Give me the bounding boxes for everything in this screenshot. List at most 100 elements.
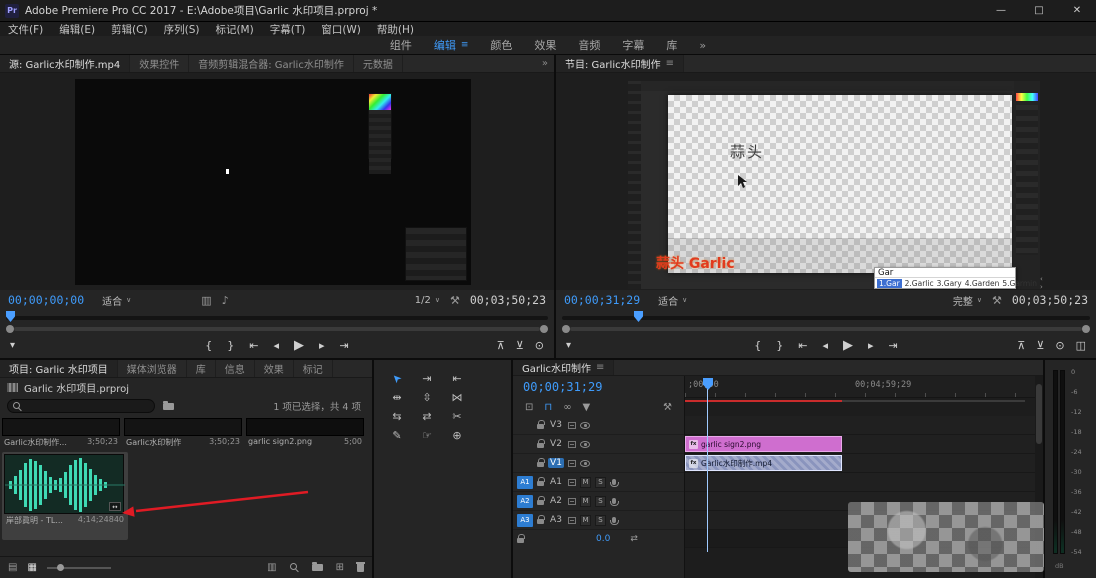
workspace-audio[interactable]: 音频 <box>578 37 600 53</box>
go-to-out-button[interactable]: ⇥ <box>340 339 349 352</box>
clear-button[interactable] <box>357 564 364 572</box>
compare-view-button[interactable]: ◫ <box>1076 339 1086 352</box>
mute-button[interactable]: M <box>580 496 591 507</box>
play-button[interactable]: ▶ <box>294 338 304 353</box>
menu-sequence[interactable]: 序列(S) <box>164 22 200 37</box>
timeline-ruler[interactable]: ;00;00 00;04;59;29 <box>685 376 1035 398</box>
go-to-in-button[interactable]: ⇤ <box>249 339 258 352</box>
snap-toggle-icon[interactable]: ⊓ <box>544 402 552 413</box>
nest-indicator-icon[interactable]: ⊡ <box>525 402 533 413</box>
menu-file[interactable]: 文件(F) <box>8 22 43 37</box>
track-label-a3[interactable]: A3 <box>548 515 564 525</box>
add-marker-button[interactable]: ▾ <box>10 340 15 351</box>
overwrite-button[interactable]: ⊻ <box>516 339 524 352</box>
source-timecode[interactable]: 00;00;00;00 <box>8 293 84 307</box>
timeline-settings-wrench-icon[interactable]: ⚒ <box>663 402 672 413</box>
tab-info[interactable]: 信息 <box>216 360 255 377</box>
drag-video-icon[interactable]: ▥ <box>201 294 211 307</box>
drag-audio-icon[interactable]: ♪ <box>222 294 229 307</box>
program-playhead[interactable] <box>634 311 643 322</box>
rolling-edit-tool[interactable]: ⇳ <box>416 389 438 406</box>
minimize-button[interactable]: — <box>982 0 1020 21</box>
sync-lock-icon[interactable] <box>568 517 576 524</box>
mark-in-button[interactable]: { <box>205 339 212 352</box>
search-input[interactable] <box>7 399 155 413</box>
project-file-name[interactable]: Garlic 水印项目.prproj <box>24 380 129 395</box>
rate-stretch-tool[interactable]: ⋈ <box>446 389 468 406</box>
step-forward-button[interactable]: ▸ <box>319 339 325 352</box>
source-resolution-dropdown[interactable]: 1/2∨ <box>415 295 440 306</box>
find-button[interactable] <box>290 563 299 572</box>
lane-v2[interactable]: fx garlic sign2.png <box>685 435 1035 454</box>
ime-candidate-2[interactable]: 2.Garlic <box>905 279 934 288</box>
master-gain-value[interactable]: 0.0 <box>596 534 610 544</box>
timeline-playhead-line[interactable] <box>707 389 708 552</box>
menu-window[interactable]: 窗口(W) <box>321 22 361 37</box>
sync-lock-icon[interactable] <box>568 460 576 467</box>
tab-effect-controls[interactable]: 效果控件 <box>130 55 189 72</box>
maximize-button[interactable]: □ <box>1020 0 1058 21</box>
lock-icon[interactable] <box>537 443 544 448</box>
mute-button[interactable]: M <box>580 515 591 526</box>
menu-marker[interactable]: 标记(M) <box>215 22 253 37</box>
razor-tool[interactable]: ✂ <box>446 408 468 425</box>
export-frame-button[interactable]: ⊙ <box>535 339 544 352</box>
ime-pager-icon[interactable]: ‹ › <box>1040 275 1043 290</box>
tab-sequence[interactable]: Garlic水印制作 ≡ <box>513 360 614 375</box>
program-step-forward-button[interactable]: ▸ <box>868 339 874 352</box>
tab-program[interactable]: 节目: Garlic水印制作 ≡ <box>556 55 684 72</box>
lock-icon[interactable] <box>537 519 544 524</box>
timeline-panel-menu-icon[interactable]: ≡ <box>596 362 604 373</box>
selection-tool[interactable]: ➤ <box>386 370 408 387</box>
lock-icon[interactable] <box>537 424 544 429</box>
lock-icon[interactable] <box>537 462 544 467</box>
program-fit-dropdown[interactable]: 适合∨ <box>658 293 687 308</box>
program-add-marker-button[interactable]: ▾ <box>566 340 571 351</box>
program-mark-out-button[interactable]: } <box>776 339 783 352</box>
project-item-1[interactable]: Garlic水印制作... 3;50;23 <box>2 418 120 449</box>
lift-button[interactable]: ⊼ <box>1017 339 1025 352</box>
voiceover-mic-icon[interactable] <box>612 498 616 504</box>
workspace-titles[interactable]: 字幕 <box>622 37 644 53</box>
tab-libraries[interactable]: 库 <box>187 360 216 377</box>
source-fit-dropdown[interactable]: 适合∨ <box>102 293 131 308</box>
tab-metadata[interactable]: 元数据 <box>354 55 403 72</box>
insert-button[interactable]: ⊼ <box>497 339 505 352</box>
program-export-frame-button[interactable]: ⊙ <box>1055 339 1064 352</box>
list-view-button[interactable]: ▤ <box>8 562 17 573</box>
pen-tool[interactable]: ✎ <box>386 427 408 444</box>
clip-garlic-sign2[interactable]: fx garlic sign2.png <box>685 436 842 452</box>
new-bin-button[interactable] <box>312 564 323 571</box>
track-label-v1[interactable]: V1 <box>548 458 564 468</box>
track-output-eye-icon[interactable] <box>580 441 590 448</box>
workspace-libraries[interactable]: 库 <box>666 37 677 53</box>
ime-candidate-3[interactable]: 3.Gary <box>937 279 962 288</box>
zoom-tool[interactable]: ⊕ <box>446 427 468 444</box>
menu-title[interactable]: 字幕(T) <box>270 22 306 37</box>
program-panel-menu-icon[interactable]: ≡ <box>666 58 674 69</box>
program-go-to-in-button[interactable]: ⇤ <box>798 339 807 352</box>
source-patch-a1[interactable]: A1 <box>517 476 533 489</box>
program-scrubber[interactable] <box>556 310 1096 324</box>
lane-v1[interactable]: fx Garlic水印制作.mp4 <box>685 454 1035 473</box>
program-go-to-out-button[interactable]: ⇥ <box>889 339 898 352</box>
menu-edit[interactable]: 编辑(E) <box>59 22 95 37</box>
ime-candidate-4[interactable]: 4.Garden <box>965 279 1000 288</box>
stretch-handle-icon[interactable]: ↔ <box>109 502 121 511</box>
new-item-button[interactable]: ⊞ <box>336 562 344 573</box>
slide-tool[interactable]: ⇄ <box>416 408 438 425</box>
tab-audio-clip-mixer[interactable]: 音频剪辑混合器: Garlic水印制作 <box>189 55 354 72</box>
track-label-v3[interactable]: V3 <box>548 420 564 430</box>
source-tabs-overflow-icon[interactable]: » <box>536 55 554 72</box>
track-label-v2[interactable]: V2 <box>548 439 564 449</box>
workspace-overflow-icon[interactable]: » <box>699 39 706 52</box>
source-playhead[interactable] <box>6 311 15 322</box>
step-back-button[interactable]: ◂ <box>273 339 279 352</box>
program-zoom-bar[interactable] <box>556 324 1096 333</box>
clip-garlic-mp4-selected[interactable]: fx Garlic水印制作.mp4 <box>685 455 842 471</box>
program-settings-wrench-icon[interactable]: ⚒ <box>992 294 1002 307</box>
lock-icon[interactable] <box>537 481 544 486</box>
mute-button[interactable]: M <box>580 477 591 488</box>
extract-button[interactable]: ⊻ <box>1036 339 1044 352</box>
lane-a1[interactable] <box>685 473 1035 492</box>
